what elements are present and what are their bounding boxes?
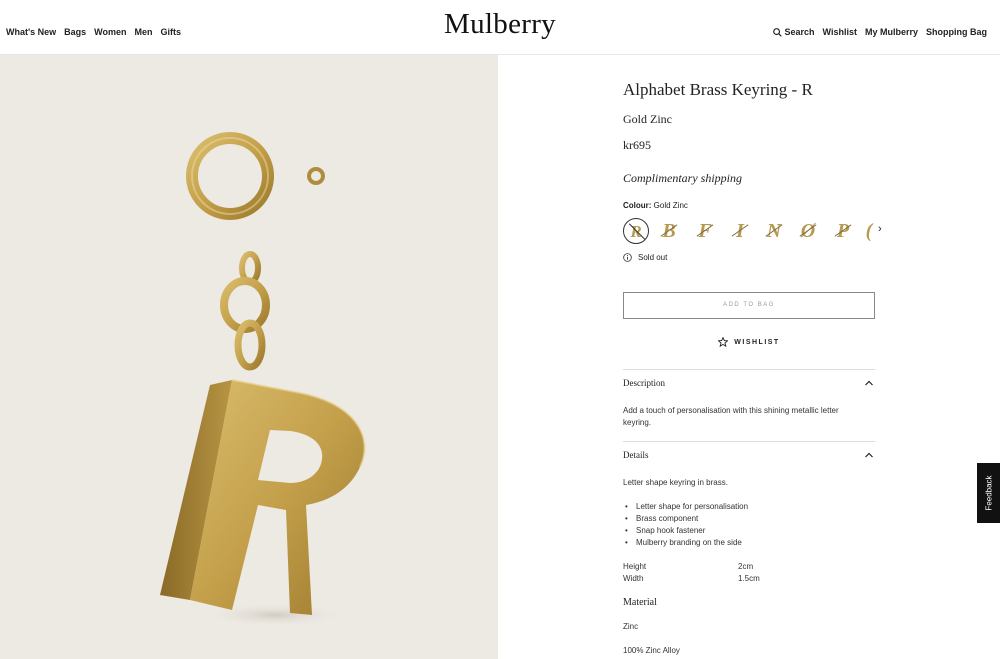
wishlist-button[interactable]: WISHLIST: [623, 337, 875, 347]
search-label: Search: [784, 27, 815, 37]
wishlist-label: WISHLIST: [734, 338, 780, 346]
wishlist-link[interactable]: Wishlist: [823, 27, 857, 37]
product-title: Alphabet Brass Keyring - R: [623, 80, 813, 99]
letter-swatch-b[interactable]: B: [656, 218, 682, 244]
search-icon: [772, 27, 782, 37]
spec-value: 1.5cm: [738, 574, 760, 583]
star-icon: [718, 337, 729, 347]
spec-label: Width: [623, 574, 644, 583]
divider: [623, 441, 875, 442]
description-accordion-header[interactable]: Description: [623, 378, 875, 388]
chevron-right-icon[interactable]: ›: [878, 223, 882, 235]
shopping-bag-link[interactable]: Shopping Bag: [926, 27, 987, 37]
product-variant: Gold Zinc: [623, 112, 672, 126]
account-link[interactable]: My Mulberry: [865, 27, 918, 37]
list-item: Snap hook fastener: [623, 525, 748, 537]
stock-status: Sold out: [623, 253, 667, 262]
letter-swatch-p[interactable]: P: [830, 218, 856, 244]
product-image[interactable]: [0, 55, 498, 659]
spec-label: Height: [623, 562, 647, 571]
letter-swatch-r[interactable]: R: [623, 218, 649, 244]
feedback-label: Feedback: [984, 475, 993, 511]
spec-row-width: Width 1.5cm: [623, 573, 760, 585]
chevron-up-icon: [865, 452, 873, 458]
product-price: kr695: [623, 138, 651, 152]
utility-nav: Search Wishlist My Mulberry Shopping Bag: [772, 27, 987, 37]
letter-swatch-i[interactable]: I: [727, 218, 753, 244]
list-item: Mulberry branding on the side: [623, 537, 748, 549]
spec-row-height: Height 2cm: [623, 561, 753, 573]
description-heading: Description: [623, 378, 665, 388]
add-to-bag-button[interactable]: ADD TO BAG: [623, 292, 875, 319]
colour-label: Colour:: [623, 201, 652, 210]
material-composition: 100% Zinc Alloy: [623, 646, 680, 655]
details-list: Letter shape for personalisation Brass c…: [623, 501, 748, 549]
list-item: Brass component: [623, 513, 748, 525]
letter-swatch-o-slash[interactable]: Ø: [795, 218, 821, 244]
spec-value: 2cm: [738, 562, 754, 571]
material-heading: Material: [623, 597, 657, 608]
keyring-illustration: [160, 132, 366, 627]
divider: [623, 369, 875, 370]
colour-selector-label: Colour: Gold Zinc: [623, 201, 688, 210]
chevron-up-icon: [865, 380, 873, 386]
letter-swatch-n[interactable]: N: [761, 218, 787, 244]
feedback-tab[interactable]: Feedback: [977, 463, 1000, 523]
colour-value: Gold Zinc: [653, 201, 688, 210]
letter-swatch-partial[interactable]: (: [863, 218, 875, 244]
details-accordion-header[interactable]: Details: [623, 450, 875, 460]
list-item: Letter shape for personalisation: [623, 501, 748, 513]
stock-status-text: Sold out: [638, 253, 668, 262]
letter-swatch-f[interactable]: F: [692, 218, 718, 244]
letter-swatches: R B F I N Ø P (: [623, 217, 888, 245]
details-intro: Letter shape keyring in brass.: [623, 478, 728, 487]
search-button[interactable]: Search: [772, 27, 815, 37]
shipping-note: Complimentary shipping: [623, 171, 742, 185]
material-name: Zinc: [623, 622, 639, 631]
letter-swatch-label: (: [865, 220, 873, 242]
description-text: Add a touch of personalisation with this…: [623, 406, 839, 427]
info-icon: [623, 253, 632, 262]
details-heading: Details: [623, 450, 649, 460]
site-header: What's New Bags Women Men Gifts Mulberry…: [0, 0, 1000, 55]
